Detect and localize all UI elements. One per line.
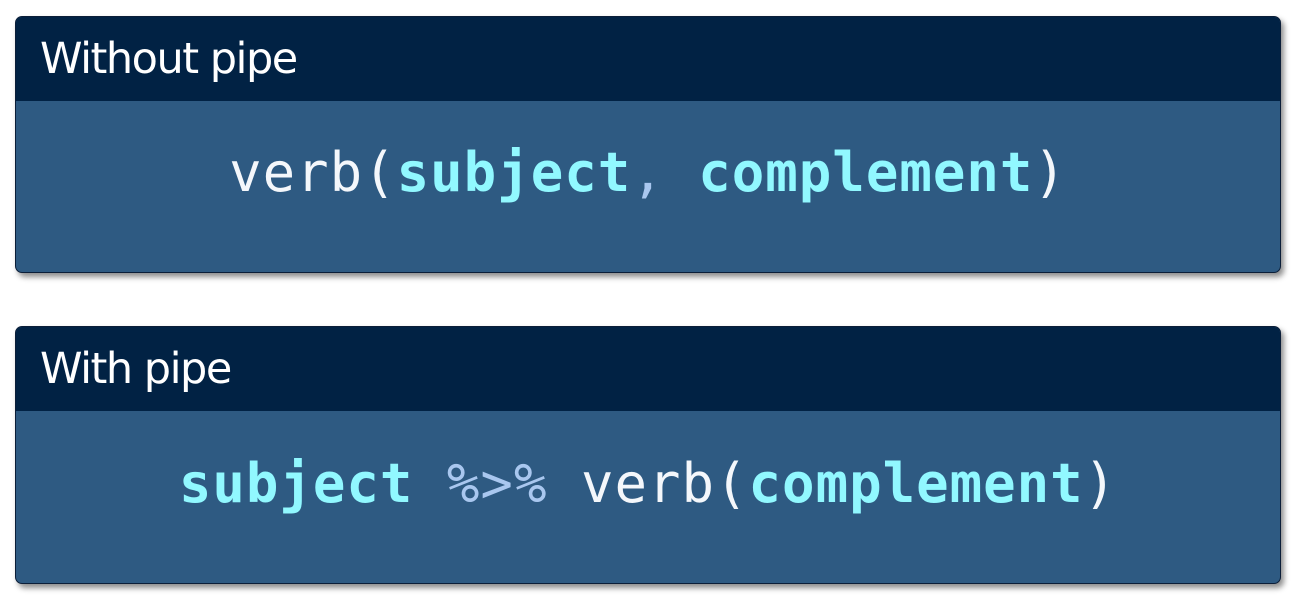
comma-token: , <box>631 141 665 204</box>
without-pipe-card: Without pipe verb(subject, complement) <box>15 16 1281 273</box>
verb-token: verb <box>580 451 716 515</box>
with-pipe-card: With pipe subject %>% verb(complement) <box>15 326 1281 584</box>
with-pipe-code: subject %>% verb(complement) <box>179 452 1117 515</box>
without-pipe-title: Without pipe <box>16 17 1280 101</box>
verb-token: verb <box>229 141 364 204</box>
close-paren-token: ) <box>1033 141 1067 204</box>
complement-token: complement <box>698 141 1034 204</box>
without-pipe-code: verb(subject, complement) <box>229 141 1067 204</box>
open-paren-token: ( <box>715 451 749 515</box>
with-pipe-code-area: subject %>% verb(complement) <box>16 411 1280 583</box>
subject-token: subject <box>178 451 414 515</box>
open-paren-token: ( <box>363 141 397 204</box>
with-pipe-title: With pipe <box>16 327 1280 411</box>
without-pipe-code-area: verb(subject, complement) <box>16 101 1280 272</box>
pipe-operator-token: %>% <box>446 451 548 515</box>
complement-token: complement <box>748 451 1084 515</box>
close-paren-token: ) <box>1083 451 1118 515</box>
subject-token: subject <box>396 141 632 204</box>
